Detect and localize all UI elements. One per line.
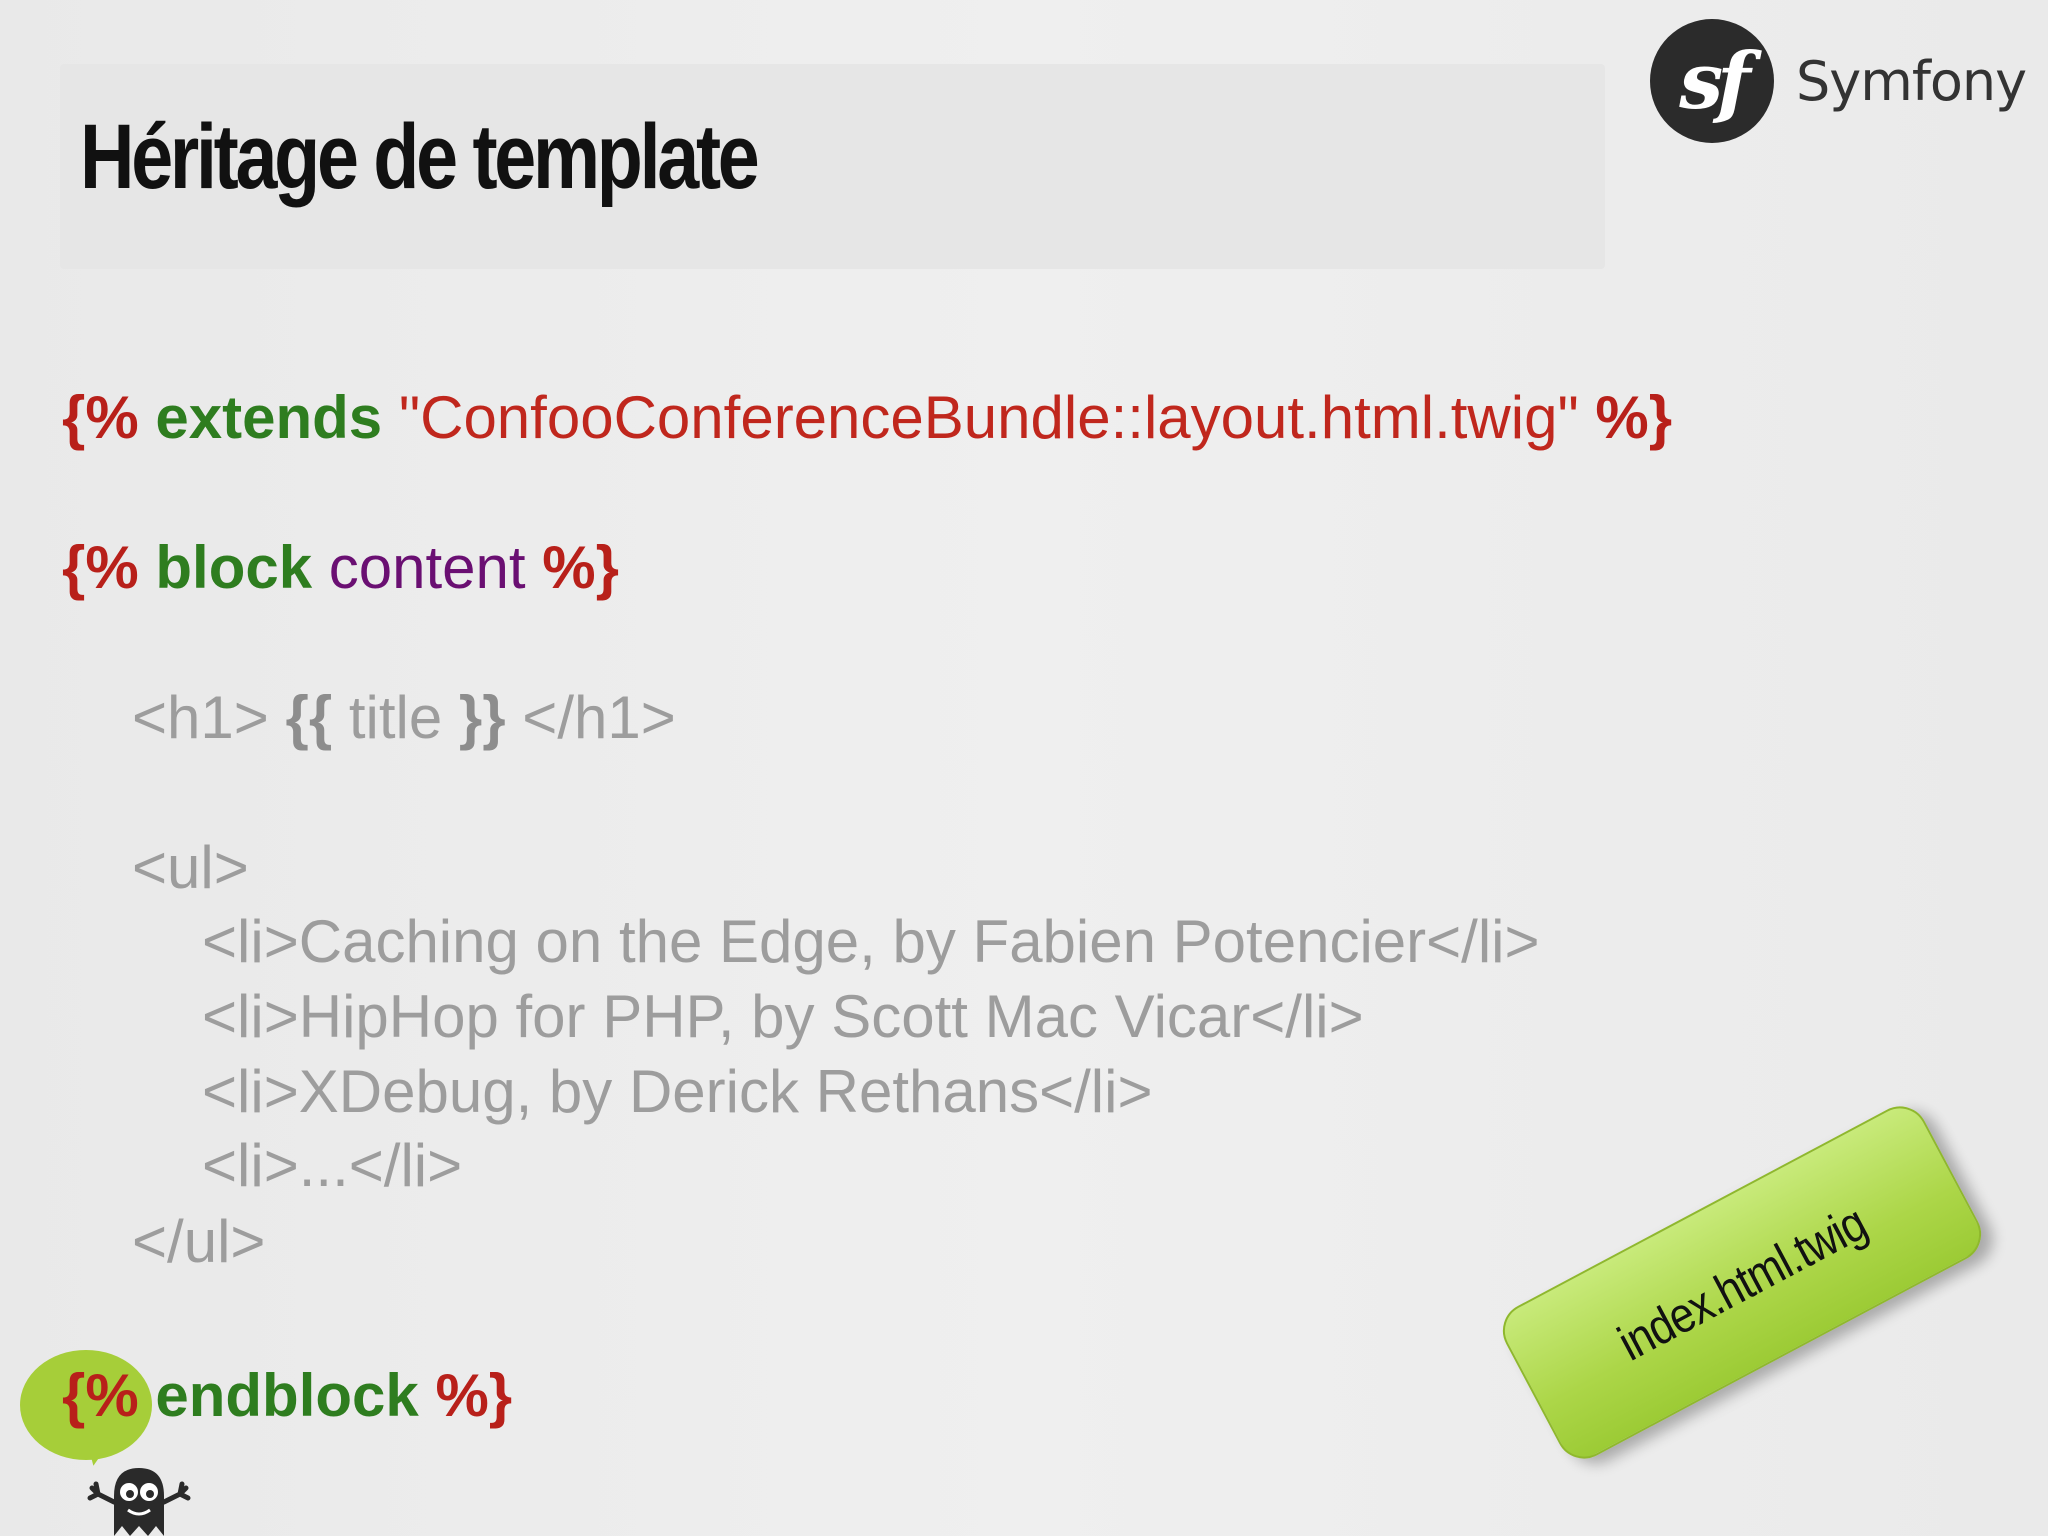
var-open: {{: [285, 684, 333, 751]
var-close: }}: [458, 684, 506, 751]
tag-close: %}: [435, 1362, 513, 1429]
tag-open: {%: [62, 384, 139, 451]
keyword-endblock: endblock: [155, 1362, 419, 1429]
template-string: "ConfooConferenceBundle::layout.html.twi…: [398, 384, 1579, 451]
block-name: content: [328, 534, 526, 601]
filename-sticky-note: index.html.twig: [1493, 1096, 1991, 1469]
code-line-item: <li>Caching on the Edge, by Fabien Poten…: [202, 908, 1540, 975]
h1-close-tag: </h1>: [522, 684, 676, 751]
logo-mark: sf: [1679, 35, 1751, 127]
tag-open: {%: [62, 534, 139, 601]
tag-close: %}: [1595, 384, 1673, 451]
code-line-ul-open: <ul>: [132, 834, 249, 901]
slide: Héritage de template sf Symfony {% exten…: [0, 0, 2048, 1536]
keyword-extends: extends: [155, 384, 383, 451]
slide-title: Héritage de template: [80, 106, 760, 208]
code-line-item: <li>XDebug, by Derick Rethans</li>: [202, 1058, 1153, 1125]
code-line-ul-close: </ul>: [132, 1208, 266, 1275]
code-line-item: <li>HipHop for PHP, by Scott Mac Vicar</…: [202, 983, 1364, 1050]
code-line-extends: {% extends "ConfooConferenceBundle::layo…: [62, 388, 1672, 448]
code-line-item: <li>...</li>: [202, 1132, 463, 1199]
h1-open-tag: <h1>: [132, 684, 269, 751]
tag-open: {%: [62, 1362, 139, 1429]
code-line-h1: <h1> {{ title }} </h1>: [132, 688, 676, 748]
logo-brand-text: Symfony: [1796, 49, 2027, 113]
ghost-mascot-icon: [87, 1468, 191, 1536]
symfony-logo: sf Symfony: [1650, 18, 2027, 144]
tag-close: %}: [542, 534, 619, 601]
code-block-end: {% endblock %}: [0, 0, 512, 1426]
code-line-block: {% block content %}: [62, 538, 619, 598]
code-line-endblock: {% endblock %}: [62, 1366, 512, 1426]
sticky-note-label: index.html.twig: [1608, 1194, 1876, 1371]
keyword-block: block: [155, 534, 313, 601]
var-name: title: [348, 684, 443, 751]
symfony-logo-icon: sf: [1650, 19, 1774, 143]
